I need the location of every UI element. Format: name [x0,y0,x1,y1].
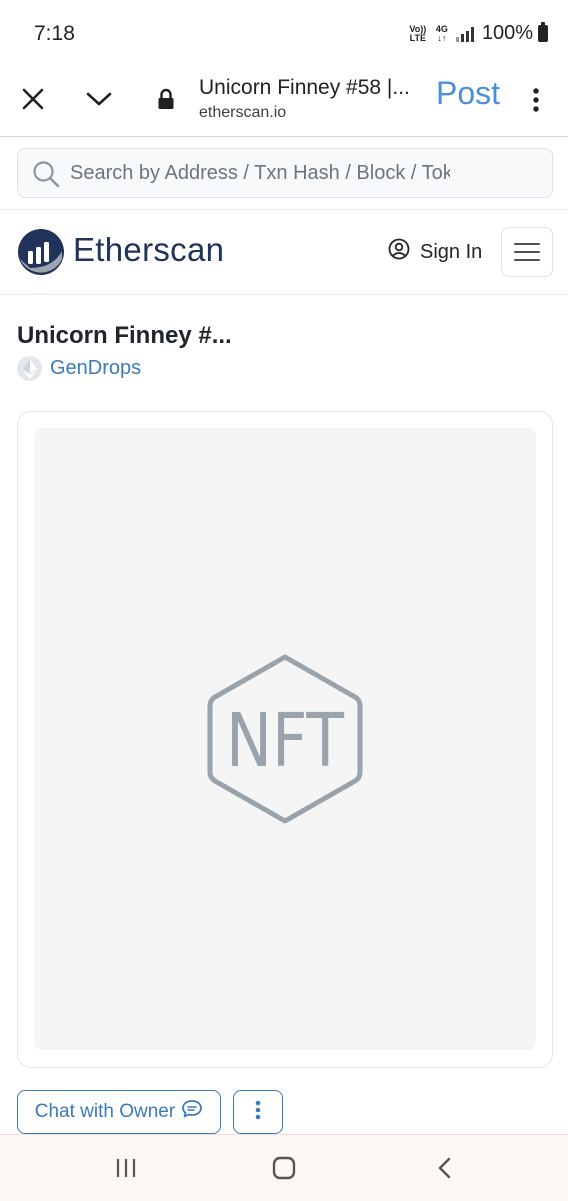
menu-line [514,243,540,245]
nft-placeholder-icon: NFT [207,653,363,830]
nft-placeholder-text: NFT [226,698,345,784]
signal-icon [455,26,474,42]
etherscan-logo-icon[interactable] [17,228,65,281]
volte-indicator: Vo)) LTE [409,23,427,43]
status-bar: 7:18 Vo)) LTE 4G ↓↑ 100% [0,0,568,70]
page-title[interactable]: Unicorn Finney #58 |... [199,76,410,100]
nft-image[interactable]: NFT [34,428,536,1050]
ethereum-icon [17,356,42,381]
back-icon[interactable] [428,1153,460,1183]
recent-apps-icon[interactable] [110,1153,142,1183]
menu-line [514,259,540,261]
lock-icon [154,84,178,114]
sign-in-button[interactable]: Sign In [388,238,482,266]
close-icon[interactable] [14,80,52,118]
sign-in-label: Sign In [420,240,483,263]
status-time: 7:18 [34,22,75,45]
chevron-down-icon[interactable] [80,80,118,118]
browser-toolbar: Unicorn Finney #58 |... etherscan.io Pos… [0,62,568,137]
chat-bubble-icon [181,1099,203,1125]
search-bar-section [0,137,568,210]
more-options-button[interactable] [233,1090,283,1134]
user-circle-icon [388,238,410,266]
menu-line [514,251,540,253]
hamburger-menu-button[interactable] [501,227,553,277]
logo-text[interactable]: Etherscan [73,231,224,269]
more-vertical-icon [255,1100,261,1125]
android-nav-bar [0,1134,568,1201]
network-indicator: 4G ↓↑ [436,24,448,43]
data-arrows-icon: ↓↑ [437,32,447,43]
token-title: Unicorn Finney #... [17,322,232,349]
more-vertical-icon[interactable] [522,82,550,118]
search-input[interactable] [70,149,450,197]
collection-name[interactable]: GenDrops [50,357,141,380]
post-button[interactable]: Post [436,75,500,112]
home-icon[interactable] [268,1153,300,1183]
chat-label: Chat with Owner [34,1101,176,1122]
battery-percent: 100% [481,22,533,44]
status-indicators: Vo)) LTE 4G ↓↑ 100% [408,22,548,45]
chat-with-owner-button[interactable]: Chat with Owner [17,1090,221,1134]
search-icon [32,160,60,193]
page-url[interactable]: etherscan.io [199,104,286,122]
site-header: Etherscan Sign In [0,210,568,295]
nft-card: NFT [17,411,553,1068]
battery-icon [538,22,548,42]
collection-link[interactable]: GenDrops [17,356,141,381]
search-box[interactable] [17,148,553,198]
